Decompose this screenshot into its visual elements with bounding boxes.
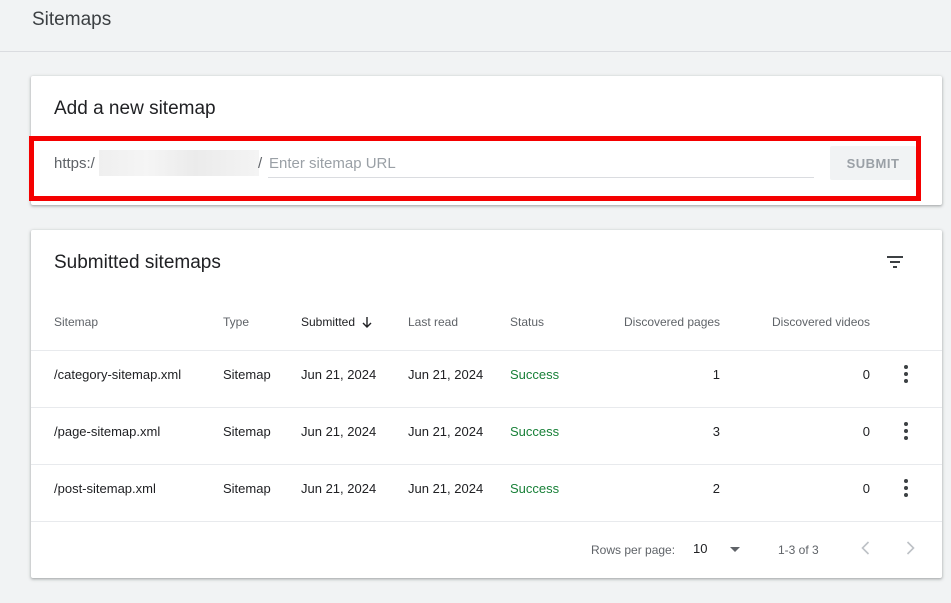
cell-discovered-videos: 0 [862, 424, 870, 439]
submit-button[interactable]: SUBMIT [830, 146, 916, 180]
cell-discovered-pages: 2 [712, 481, 720, 496]
divider [31, 350, 942, 351]
more-vert-icon[interactable] [894, 362, 918, 386]
chevron-right-icon[interactable] [900, 538, 920, 558]
url-prefix: https:/ [54, 155, 95, 172]
cell-last-read: Jun 21, 2024 [408, 424, 484, 439]
submitted-sitemaps-card: Submitted sitemaps Sitemap Type Submitte… [31, 230, 942, 578]
divider [31, 464, 942, 465]
cell-discovered-pages: 3 [712, 424, 720, 439]
add-sitemap-card: Add a new sitemap [31, 76, 942, 205]
arrow-down-icon [362, 317, 372, 329]
filter-icon[interactable] [883, 250, 907, 274]
column-header-submitted-label: Submitted [301, 315, 356, 329]
cell-submitted: Jun 21, 2024 [301, 481, 377, 496]
cell-submitted: Jun 21, 2024 [301, 367, 377, 382]
cell-sitemap[interactable]: /page-sitemap.xml [54, 424, 160, 439]
add-sitemap-title: Add a new sitemap [54, 98, 216, 119]
cell-last-read: Jun 21, 2024 [408, 367, 484, 382]
cell-sitemap[interactable]: /category-sitemap.xml [54, 367, 181, 382]
rows-per-page-label: Rows per page: [591, 543, 676, 557]
cell-status: Success [510, 367, 560, 382]
column-header-status[interactable]: Status [510, 315, 544, 329]
cell-status: Success [510, 424, 560, 439]
cell-status: Success [510, 481, 560, 496]
divider [31, 521, 942, 522]
pagination-range: 1-3 of 3 [778, 543, 819, 557]
cell-discovered-videos: 0 [862, 367, 870, 382]
page-title: Sitemaps [32, 9, 112, 30]
chevron-left-icon[interactable] [856, 538, 876, 558]
cell-last-read: Jun 21, 2024 [408, 481, 484, 496]
cell-type: Sitemap [223, 481, 271, 496]
cell-discovered-pages: 1 [712, 367, 720, 382]
redacted-domain [99, 150, 259, 176]
rows-per-page-select[interactable]: 10 [693, 541, 707, 556]
sitemap-url-input[interactable] [268, 149, 814, 178]
page-header: Sitemaps [0, 0, 951, 52]
more-vert-icon[interactable] [894, 476, 918, 500]
submitted-sitemaps-title: Submitted sitemaps [54, 252, 221, 273]
cell-submitted: Jun 21, 2024 [301, 424, 377, 439]
cell-type: Sitemap [223, 367, 271, 382]
caret-down-icon[interactable] [729, 546, 741, 554]
cell-sitemap[interactable]: /post-sitemap.xml [54, 481, 156, 496]
cell-discovered-videos: 0 [862, 481, 870, 496]
cell-type: Sitemap [223, 424, 271, 439]
url-separator: / [258, 155, 263, 172]
more-vert-icon[interactable] [894, 419, 918, 443]
column-header-discovered-videos[interactable]: Discovered videos [772, 315, 870, 329]
column-header-sitemap[interactable]: Sitemap [54, 315, 98, 329]
column-header-last-read[interactable]: Last read [408, 315, 458, 329]
column-header-type[interactable]: Type [223, 315, 249, 329]
column-header-discovered-pages[interactable]: Discovered pages [624, 315, 720, 329]
divider [31, 407, 942, 408]
column-header-submitted[interactable]: Submitted [301, 315, 373, 329]
